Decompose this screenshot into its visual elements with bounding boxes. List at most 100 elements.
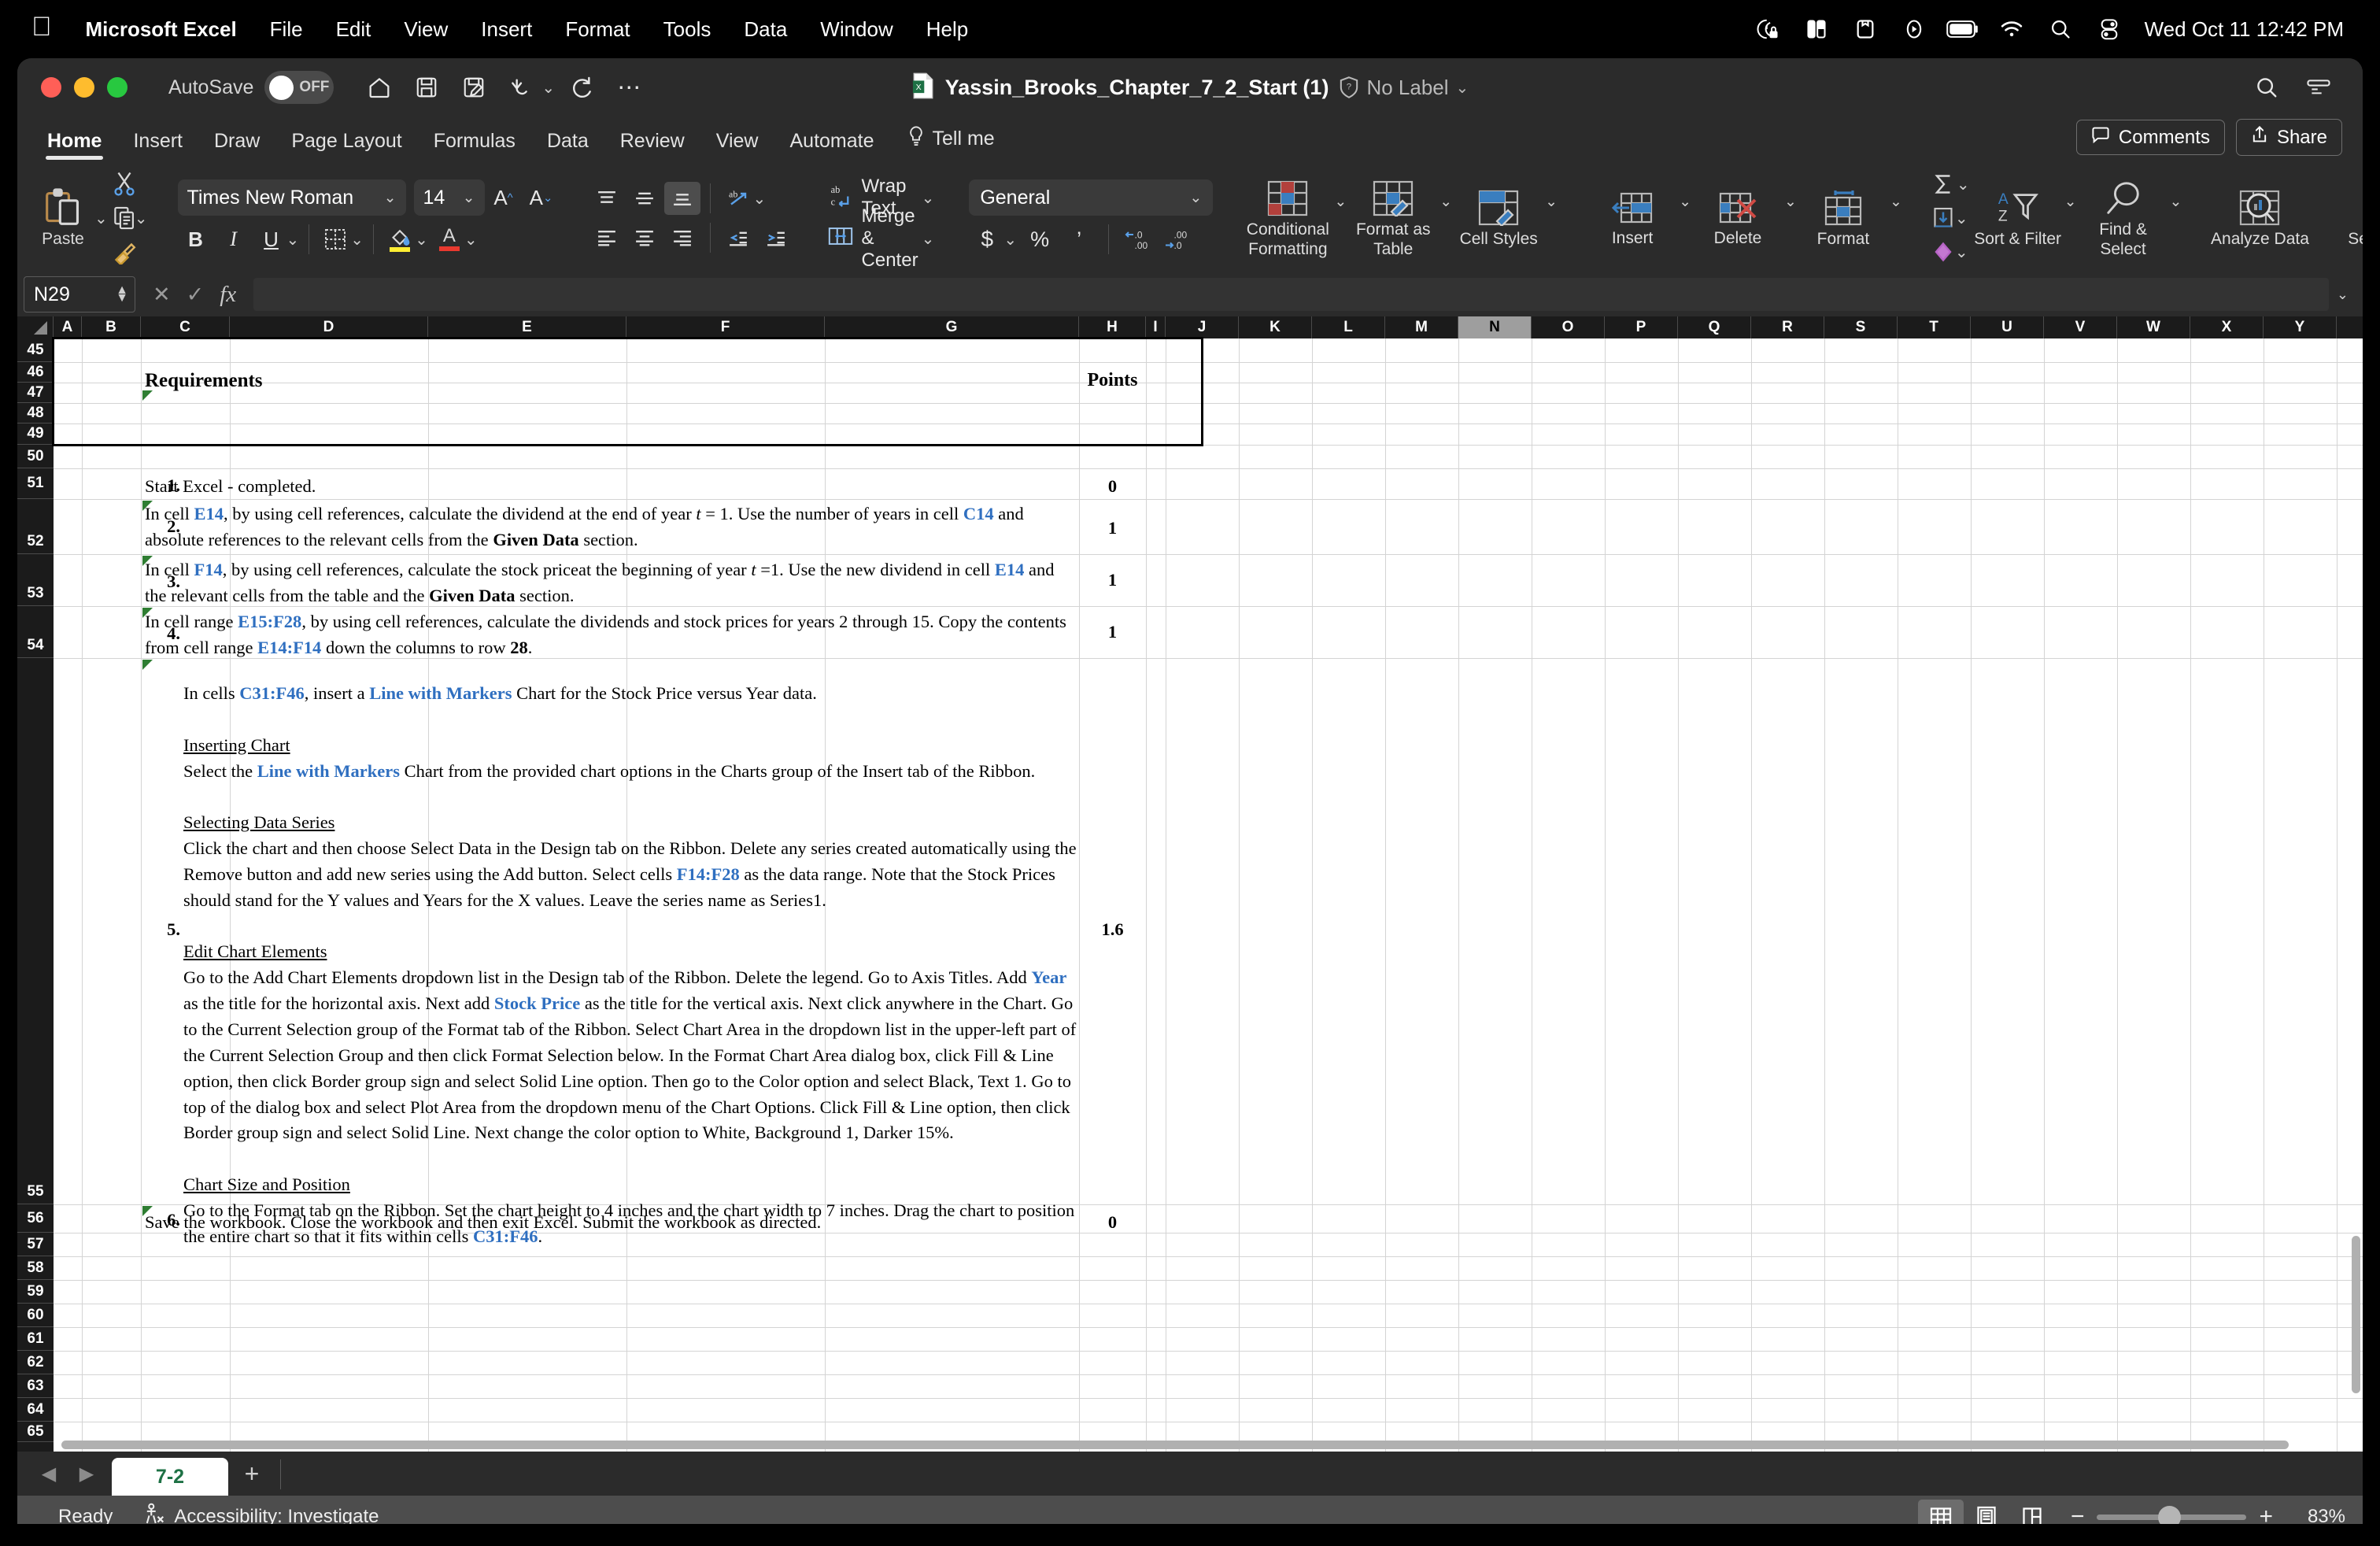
save-as-icon[interactable] — [452, 65, 496, 109]
tab-page-layout[interactable]: Page Layout — [275, 130, 417, 162]
cancel-formula-icon[interactable]: ✕ — [153, 283, 171, 307]
menu-bar-clock[interactable]: Wed Oct 11 12:42 PM — [2134, 17, 2344, 42]
sort-filter-dropdown-icon[interactable]: ⌄ — [2064, 169, 2077, 211]
clear-button[interactable]: ⌄ — [1931, 236, 1972, 268]
find-select-button[interactable]: Find & Select — [2077, 169, 2170, 267]
column-header-X[interactable]: X — [2190, 316, 2264, 338]
archive-icon[interactable] — [1841, 18, 1890, 40]
font-size-select[interactable]: 14 ⌄ — [413, 179, 485, 216]
column-header-E[interactable]: E — [428, 316, 626, 338]
borders-button[interactable] — [317, 222, 353, 257]
row-header-64[interactable]: 64 — [17, 1398, 54, 1422]
close-button[interactable] — [41, 77, 61, 98]
find-select-dropdown-icon[interactable]: ⌄ — [2170, 169, 2182, 211]
normal-view-icon[interactable] — [1917, 1500, 1964, 1524]
row-header-51[interactable]: 51 — [17, 468, 54, 499]
copy-dropdown-icon[interactable]: ⌄ — [135, 209, 148, 228]
home-icon[interactable] — [357, 65, 401, 109]
row-header-45[interactable]: 45 — [17, 338, 54, 362]
zoom-level[interactable]: 83% — [2289, 1506, 2345, 1524]
row-header-47[interactable]: 47 — [17, 383, 54, 403]
align-left-button[interactable] — [589, 221, 625, 254]
cell-C50-requirements[interactable]: Requirements — [145, 367, 263, 396]
increase-indent-button[interactable] — [758, 221, 794, 254]
conditional-formatting-button[interactable]: Conditional Formatting — [1241, 169, 1334, 267]
control-center-icon[interactable] — [2085, 18, 2134, 40]
search-icon[interactable] — [2036, 18, 2085, 40]
requirement-points[interactable]: 1 — [1079, 567, 1146, 593]
bold-button[interactable]: B — [178, 222, 214, 257]
zoom-slider-handle[interactable] — [2158, 1505, 2182, 1524]
row-header-57[interactable]: 57 — [17, 1233, 54, 1256]
currency-button[interactable]: $ — [969, 222, 1005, 257]
redo-icon[interactable] — [560, 65, 604, 109]
cell-styles-button[interactable]: Cell Styles — [1452, 169, 1545, 267]
underline-button[interactable]: U — [253, 222, 290, 257]
italic-button[interactable]: I — [216, 222, 252, 257]
more-options-icon[interactable]: ⋯ — [607, 65, 651, 109]
page-break-preview-icon[interactable] — [2009, 1500, 2055, 1524]
insert-function-icon[interactable]: fx — [220, 282, 236, 308]
align-middle-button[interactable] — [626, 182, 663, 215]
format-as-table-dropdown-icon[interactable]: ⌄ — [1439, 169, 1452, 211]
screen-time-lock-icon[interactable] — [1743, 17, 1792, 41]
font-name-select[interactable]: Times New Roman ⌄ — [177, 179, 406, 216]
apple-logo-icon[interactable]:  — [20, 13, 69, 45]
column-header-A[interactable]: A — [54, 316, 82, 338]
fill-color-dropdown-icon[interactable]: ⌄ — [415, 230, 428, 250]
chevron-down-icon[interactable]: ⌄ — [922, 188, 935, 208]
zoom-in-button[interactable]: + — [2259, 1503, 2273, 1524]
tab-insert[interactable]: Insert — [117, 130, 198, 162]
row-header-58[interactable]: 58 — [17, 1256, 54, 1280]
menu-item-file[interactable]: File — [253, 17, 320, 42]
name-box-spinner[interactable]: ▲ ▼ — [116, 284, 128, 304]
insert-cells-button[interactable]: Insert — [1586, 169, 1679, 267]
column-header-M[interactable]: M — [1385, 316, 1458, 338]
row-header-53[interactable]: 53 — [17, 554, 54, 606]
increase-font-size-button[interactable]: A ^ — [485, 180, 523, 215]
next-sheet-button[interactable]: ▶ — [68, 1452, 105, 1496]
chevron-down-icon[interactable]: ⌄ — [384, 189, 397, 207]
cell-styles-dropdown-icon[interactable]: ⌄ — [1545, 169, 1558, 211]
column-header-O[interactable]: O — [1532, 316, 1605, 338]
chevron-down-icon[interactable]: ⌄ — [1189, 189, 1202, 207]
sensitivity-button[interactable]: Sensitivity — [2338, 169, 2363, 267]
ribbon-display-icon[interactable] — [2297, 65, 2341, 109]
borders-dropdown-icon[interactable]: ⌄ — [350, 230, 364, 250]
formula-input[interactable] — [253, 278, 2329, 311]
play-circle-icon[interactable] — [1890, 18, 1938, 40]
cell-area[interactable]: Requirements Points 1. Start Excel - com… — [52, 337, 2363, 1452]
chevron-down-icon[interactable]: ⌄ — [1456, 78, 1469, 98]
accessibility-label[interactable]: Accessibility: Investigate — [174, 1506, 379, 1524]
align-center-button[interactable] — [626, 221, 663, 254]
row-header-48[interactable]: 48 — [17, 403, 54, 423]
copy-button[interactable]: ⌄ — [113, 202, 150, 235]
row-header-46[interactable]: 46 — [17, 362, 54, 383]
column-header-T[interactable]: T — [1898, 316, 1971, 338]
sensitivity-label-button[interactable]: ? No Label ⌄ — [1339, 76, 1469, 100]
percent-style-button[interactable]: % — [1022, 222, 1058, 257]
row-header-49[interactable]: 49 — [17, 423, 54, 445]
column-header-W[interactable]: W — [2117, 316, 2190, 338]
row-header-63[interactable]: 63 — [17, 1374, 54, 1398]
row-header-60[interactable]: 60 — [17, 1304, 54, 1327]
expand-formula-bar-icon[interactable]: ⌄ — [2337, 287, 2356, 303]
column-header-N[interactable]: N — [1458, 316, 1532, 338]
column-header-R[interactable]: R — [1751, 316, 1824, 338]
column-header-Q[interactable]: Q — [1678, 316, 1751, 338]
currency-dropdown-icon[interactable]: ⌄ — [1003, 230, 1017, 250]
column-header-U[interactable]: U — [1971, 316, 2044, 338]
orientation-button[interactable]: ab — [720, 182, 756, 215]
delete-cells-button[interactable]: Delete — [1691, 169, 1784, 267]
requirement-points[interactable]: 1 — [1079, 619, 1146, 645]
tab-view[interactable]: View — [700, 130, 774, 162]
vertical-scrollbar[interactable] — [2352, 1236, 2360, 1393]
undo-dropdown-icon[interactable]: ⌄ — [541, 78, 555, 98]
conditional-formatting-dropdown-icon[interactable]: ⌄ — [1334, 169, 1347, 211]
format-dropdown-icon[interactable]: ⌄ — [1890, 169, 1902, 211]
delete-dropdown-icon[interactable]: ⌄ — [1784, 169, 1797, 211]
menu-item-edit[interactable]: Edit — [320, 17, 388, 42]
minimize-button[interactable] — [74, 77, 94, 98]
paste-button[interactable]: Paste — [27, 187, 99, 249]
search-icon[interactable] — [2245, 65, 2289, 109]
